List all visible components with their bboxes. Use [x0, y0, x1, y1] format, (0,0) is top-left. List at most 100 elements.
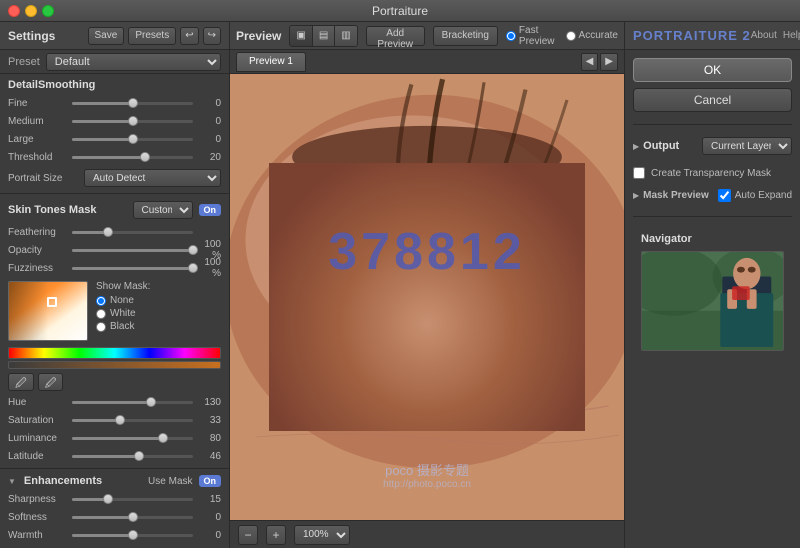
- settings-title: Settings: [8, 29, 55, 43]
- slider-row-softness: Softness 0: [0, 508, 229, 526]
- latitude-value: 46: [197, 451, 221, 462]
- preview-options: Add Preview Bracketing Fast Preview Accu…: [366, 25, 618, 47]
- fuzziness-track[interactable]: [72, 267, 193, 270]
- zoom-select[interactable]: 100%: [294, 525, 350, 545]
- slider-row-feathering: Feathering: [0, 223, 229, 241]
- alpha-strip[interactable]: [8, 361, 221, 369]
- ok-button[interactable]: OK: [633, 58, 792, 82]
- hue-track[interactable]: [72, 401, 193, 404]
- saturation-label: Saturation: [8, 415, 68, 426]
- window-title: Portraiture: [372, 4, 428, 18]
- accurate-option: Accurate: [566, 30, 618, 41]
- fast-preview-option: Fast Preview: [506, 25, 558, 47]
- radio-none[interactable]: [96, 296, 106, 306]
- right-divider-1: [633, 124, 792, 125]
- traffic-lights: [8, 5, 54, 17]
- feathering-label: Feathering: [8, 227, 68, 238]
- hue-strip[interactable]: [8, 347, 221, 359]
- opacity-track[interactable]: [72, 249, 193, 252]
- preview-tab-1-label: Preview 1: [249, 56, 293, 67]
- create-transparency-label: Create Transparency Mask: [651, 168, 771, 179]
- redo-button[interactable]: ↪: [203, 27, 221, 45]
- preview-label: Preview: [236, 29, 281, 43]
- view-triple-btn[interactable]: ▥: [335, 26, 356, 46]
- view-split-btn[interactable]: ▤: [313, 26, 335, 46]
- create-transparency-checkbox[interactable]: [633, 167, 645, 179]
- cancel-button[interactable]: Cancel: [633, 88, 792, 112]
- portrait-size-label: Portrait Size: [8, 173, 78, 184]
- color-picker-area: Show Mask: None White Black: [0, 277, 229, 345]
- fine-track[interactable]: [72, 102, 193, 105]
- preview-big-number: 378812: [328, 222, 526, 282]
- sharpness-track[interactable]: [72, 498, 193, 501]
- warmth-value: 0: [197, 530, 221, 541]
- undo-button[interactable]: ↩: [180, 27, 198, 45]
- mask-preview-triangle-icon[interactable]: ▶: [633, 191, 639, 200]
- output-select[interactable]: Current Layer: [702, 137, 792, 155]
- presets-button[interactable]: Presets: [128, 27, 176, 45]
- close-button[interactable]: [8, 5, 20, 17]
- preview-tab-1[interactable]: Preview 1: [236, 52, 306, 72]
- luminance-track[interactable]: [72, 437, 193, 440]
- slider-row-luminance: Luminance 80: [0, 429, 229, 447]
- skin-tones-custom-select[interactable]: Custom: [133, 201, 193, 219]
- minimize-button[interactable]: [25, 5, 37, 17]
- medium-track[interactable]: [72, 120, 193, 123]
- skin-tones-on-badge: On: [199, 204, 222, 216]
- enhancements-header: ▼ Enhancements Use Mask On: [0, 472, 229, 490]
- latitude-track[interactable]: [72, 455, 193, 458]
- feathering-track[interactable]: [72, 231, 193, 234]
- radio-black-label: Black: [110, 321, 134, 332]
- preview-toolbar: Preview ▣ ▤ ▥ Add Preview Bracketing Fas…: [230, 22, 624, 50]
- navigator-title: Navigator: [641, 233, 784, 245]
- navigator-image: [641, 251, 784, 351]
- create-transparency-row: Create Transparency Mask: [633, 165, 792, 181]
- eyedropper-btn-1[interactable]: 🖉: [8, 373, 34, 391]
- about-link[interactable]: About: [751, 30, 777, 41]
- zoom-plus-btn[interactable]: +: [266, 525, 286, 545]
- radio-black-row: Black: [96, 321, 176, 332]
- large-track[interactable]: [72, 138, 193, 141]
- brand-part2: TURE: [699, 28, 738, 43]
- saturation-track[interactable]: [72, 419, 193, 422]
- main-layout: Settings Save Presets ↩ ↪ Preset Default…: [0, 22, 800, 548]
- warmth-track[interactable]: [72, 534, 193, 537]
- maximize-button[interactable]: [42, 5, 54, 17]
- sharpness-label: Sharpness: [8, 494, 68, 505]
- opacity-label: Opacity: [8, 245, 68, 256]
- mask-preview-row: ▶ Mask Preview Auto Expand: [633, 187, 792, 204]
- radio-white[interactable]: [96, 309, 106, 319]
- auto-expand-checkbox[interactable]: [718, 189, 731, 202]
- enhancements-collapse-icon[interactable]: ▼: [8, 477, 16, 486]
- radio-black[interactable]: [96, 322, 106, 332]
- portrait-size-row: Portrait Size Auto Detect: [0, 166, 229, 190]
- portrait-size-select[interactable]: Auto Detect: [84, 169, 221, 187]
- slider-row-latitude: Latitude 46: [0, 447, 229, 465]
- slider-row-hue: Hue 130: [0, 393, 229, 411]
- slider-row-fine: Fine 0: [0, 94, 229, 112]
- use-mask-label: Use Mask: [148, 476, 192, 487]
- hue-label: Hue: [8, 397, 68, 408]
- tab-prev-btn[interactable]: ◀: [581, 53, 599, 71]
- eyedropper-btn-2[interactable]: 🖉: [38, 373, 64, 391]
- bracketing-btn[interactable]: Bracketing: [433, 26, 498, 46]
- slider-row-threshold: Threshold 20: [0, 148, 229, 166]
- tab-nav: ◀ ▶: [581, 53, 618, 71]
- enhancements-title: Enhancements: [24, 475, 142, 487]
- view-single-btn[interactable]: ▣: [290, 26, 312, 46]
- fast-preview-radio[interactable]: [506, 31, 516, 41]
- add-preview-btn[interactable]: Add Preview: [366, 26, 425, 46]
- preset-select[interactable]: Default: [46, 53, 221, 71]
- tab-next-btn[interactable]: ▶: [600, 53, 618, 71]
- skin-tones-header: Skin Tones Mask Custom On: [0, 197, 229, 223]
- zoom-minus-btn[interactable]: −: [238, 525, 258, 545]
- threshold-track[interactable]: [72, 156, 193, 159]
- accurate-radio[interactable]: [566, 31, 576, 41]
- help-link[interactable]: Help: [783, 30, 800, 41]
- right-content: OK Cancel ▶ Output Current Layer Create …: [625, 50, 800, 363]
- slider-row-large: Large 0: [0, 130, 229, 148]
- softness-track[interactable]: [72, 516, 193, 519]
- save-button[interactable]: Save: [88, 27, 125, 45]
- color-gradient-box[interactable]: [8, 281, 88, 341]
- left-panel-content: DetailSmoothing Fine 0 Medium 0 Large: [0, 74, 229, 548]
